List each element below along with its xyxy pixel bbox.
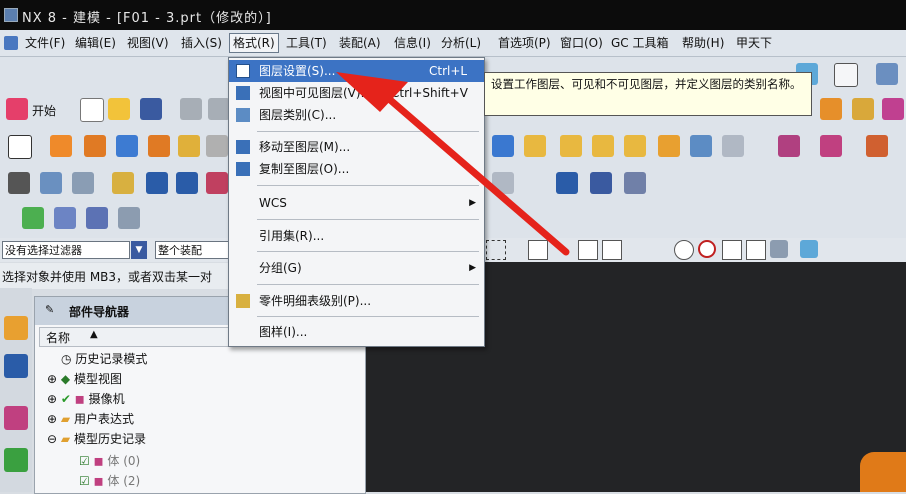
- arrow-shaft: [384, 94, 570, 256]
- red-arrow-annotation: [336, 72, 570, 256]
